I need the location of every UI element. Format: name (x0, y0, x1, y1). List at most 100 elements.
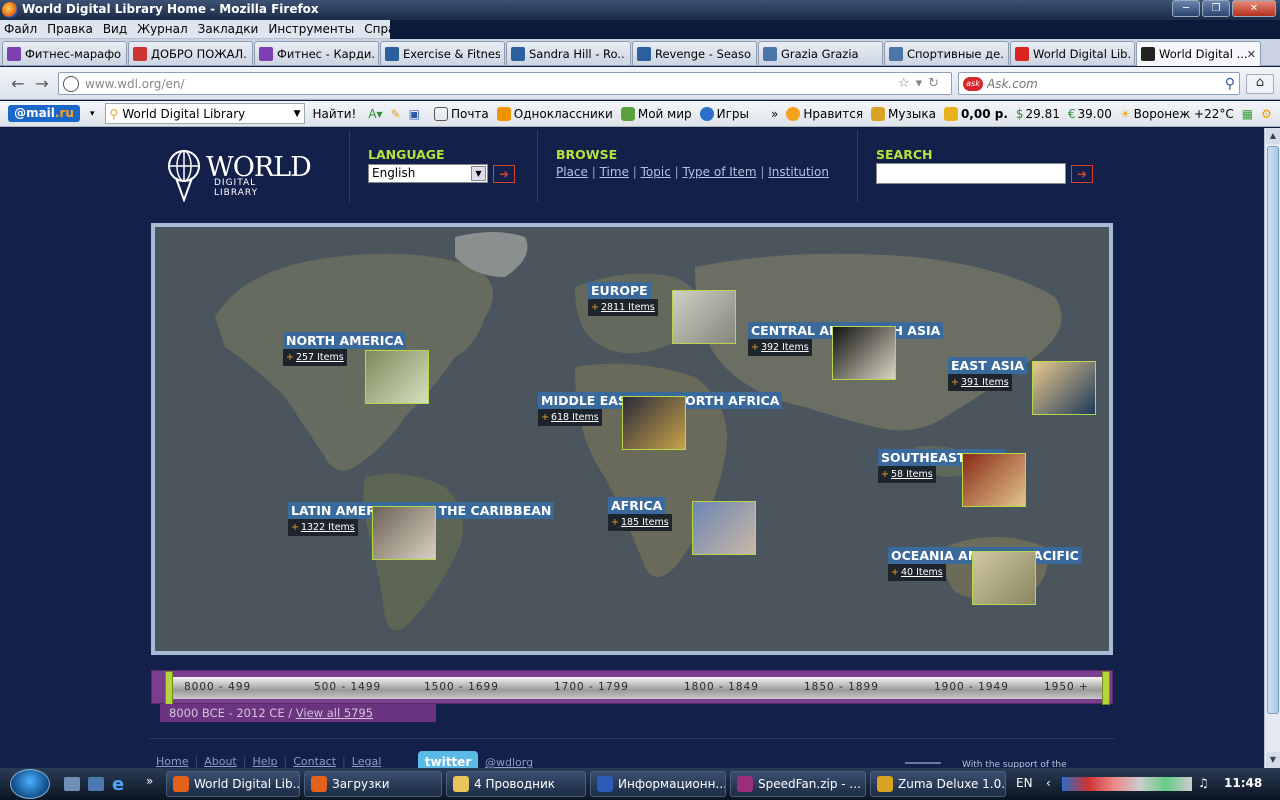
menu-bookmarks[interactable]: Закладки (198, 22, 259, 36)
ask-logo-icon[interactable]: ask (963, 76, 983, 91)
back-arrow-icon[interactable]: ← (8, 74, 28, 94)
footer-about-link[interactable]: About (204, 755, 237, 768)
dropdown-arrow-icon[interactable]: ▾ (90, 109, 95, 119)
taskbar-item[interactable]: World Digital Lib... (166, 771, 300, 797)
start-button[interactable] (10, 769, 50, 799)
switch-windows-icon[interactable] (88, 777, 104, 791)
region-north-america[interactable]: NORTH AMERICA +257 Items (283, 332, 429, 404)
menu-view[interactable]: Вид (103, 22, 127, 36)
timeline-period[interactable]: 1500 - 1699 (424, 681, 499, 693)
region-items-link[interactable]: 391 Items (961, 377, 1009, 388)
timeline-period[interactable]: 1800 - 1849 (684, 681, 759, 693)
region-items-link[interactable]: 257 Items (296, 352, 344, 363)
region-oceania-and-the-pacific[interactable]: OCEANIA AND THE PACIFIC+40 Items (888, 547, 1082, 605)
moy-mir-link[interactable]: Мой мир (620, 106, 692, 121)
region-africa[interactable]: AFRICA +185 Items (608, 497, 756, 555)
taskbar-item[interactable]: Загрузки (304, 771, 442, 797)
search-icon[interactable]: ⚲ (1225, 76, 1235, 92)
search-go-button[interactable]: ➜ (1071, 165, 1093, 183)
timeline-period[interactable]: 500 - 1499 (314, 681, 381, 693)
browse-time-link[interactable]: Time (600, 165, 629, 179)
footer-contact-link[interactable]: Contact (293, 755, 336, 768)
region-items-link[interactable]: 618 Items (551, 412, 599, 423)
region-items-link[interactable]: 58 Items (891, 469, 933, 480)
region-europe[interactable]: EUROPE +2811 Items (588, 282, 736, 344)
region-items-link[interactable]: 185 Items (621, 517, 669, 528)
footer-legal-link[interactable]: Legal (352, 755, 381, 768)
find-button[interactable]: Найти! (313, 107, 357, 121)
tab-3[interactable]: Exercise & Fitness (380, 41, 505, 65)
tab-8[interactable]: World Digital Lib... (1010, 41, 1135, 65)
show-desktop-icon[interactable] (64, 777, 80, 791)
mailru-logo[interactable]: @mail.ru (8, 105, 80, 122)
web-search-input[interactable] (987, 76, 1197, 91)
scroll-up-icon[interactable]: ▲ (1266, 128, 1280, 144)
weather-widget[interactable]: ☀ Воронеж +22°C (1120, 107, 1234, 121)
tab-7[interactable]: Спортивные де... (884, 41, 1009, 65)
clock[interactable]: 11:48 (1224, 776, 1262, 790)
tab-1[interactable]: ДОБРО ПОЖАЛ... (128, 41, 253, 65)
region-items-link[interactable]: 1322 Items (301, 522, 355, 533)
timeline-period[interactable]: 1700 - 1799 (554, 681, 629, 693)
region-thumbnail-image[interactable] (365, 350, 429, 404)
restore-icon[interactable]: ❐ (1202, 0, 1230, 17)
timeline-period[interactable]: 1950 + (1044, 681, 1089, 693)
games-link[interactable]: Игры (699, 106, 749, 121)
wallet-widget[interactable]: 0,00 р. (943, 106, 1008, 121)
scroll-down-icon[interactable]: ▼ (1266, 752, 1280, 768)
browse-place-link[interactable]: Place (556, 165, 588, 179)
region-central-and-south-asia[interactable]: CENTRAL AND SOUTH ASIA+392 Items (748, 322, 944, 380)
region-label[interactable]: EUROPE (588, 282, 651, 299)
taskbar-item[interactable]: 4 Проводник (446, 771, 586, 797)
menu-file[interactable]: Файл (4, 22, 37, 36)
input-language[interactable]: EN (1016, 776, 1033, 790)
home-icon[interactable]: ⌂ (1246, 74, 1274, 94)
tab-0[interactable]: Фитнес-марафо... (2, 41, 127, 65)
region-thumbnail-image[interactable] (832, 326, 896, 380)
browse-institution-link[interactable]: Institution (768, 165, 829, 179)
bookmark-star-icon[interactable]: ☆▾↻ (898, 76, 945, 91)
browse-topic-link[interactable]: Topic (641, 165, 671, 179)
timeline-left-handle[interactable] (165, 671, 173, 705)
language-go-button[interactable]: ➜ (493, 165, 515, 183)
settings-gear-icon[interactable]: ⚙ (1261, 107, 1272, 121)
region-items-link[interactable]: 40 Items (901, 567, 943, 578)
page-scrollbar[interactable]: ▲ ▼ (1264, 128, 1280, 768)
view-all-link[interactable]: View all 5795 (296, 706, 373, 720)
chevron-down-icon[interactable]: ▼ (294, 109, 301, 119)
region-thumbnail-image[interactable] (672, 290, 736, 344)
region-southeast-asia[interactable]: SOUTHEAST ASIA +58 Items (878, 449, 1026, 507)
tab-4[interactable]: Sandra Hill - Ro... (506, 41, 631, 65)
region-thumbnail-image[interactable] (962, 453, 1026, 507)
region-thumbnail-image[interactable] (692, 501, 756, 555)
region-latin-america-and-the-caribbean[interactable]: LATIN AMERICA AND THE CARIBBEAN+1322 Ite… (288, 502, 555, 560)
close-tab-icon[interactable]: ✕ (1247, 48, 1256, 61)
region-label[interactable]: AFRICA (608, 497, 666, 514)
region-thumbnail-image[interactable] (372, 506, 436, 560)
footer-help-link[interactable]: Help (252, 755, 277, 768)
timeline-right-handle[interactable] (1102, 671, 1110, 705)
tab-5[interactable]: Revenge - Seaso... (632, 41, 757, 65)
quicklaunch-more-icon[interactable]: » (146, 774, 153, 788)
forward-arrow-icon[interactable]: → (32, 74, 52, 94)
tray-expand-icon[interactable]: ‹ (1046, 776, 1051, 790)
minimize-icon[interactable]: ─ (1172, 0, 1200, 17)
taskbar-item[interactable]: Zuma Deluxe 1.0... (870, 771, 1006, 797)
region-thumbnail-image[interactable] (972, 551, 1036, 605)
chevron-down-icon[interactable]: ▼ (471, 166, 486, 181)
browse-type-link[interactable]: Type of Item (682, 165, 756, 179)
region-label[interactable]: NORTH AMERICA (283, 332, 407, 349)
footer-home-link[interactable]: Home (156, 755, 188, 768)
odnoklassniki-link[interactable]: Одноклассники (496, 106, 613, 121)
region-east-asia[interactable]: EAST ASIA +391 Items (948, 357, 1096, 415)
image-widget-icon[interactable]: ▦ (1242, 107, 1253, 121)
timeline-period[interactable]: 1850 - 1899 (804, 681, 879, 693)
menu-tools[interactable]: Инструменты (268, 22, 354, 36)
taskbar-item[interactable]: Информационн... (590, 771, 726, 797)
url-input[interactable] (85, 76, 865, 91)
mailru-search-box[interactable]: ⚲ ▼ (104, 103, 305, 124)
region-label[interactable]: EAST ASIA (948, 357, 1028, 374)
region-items-link[interactable]: 2811 Items (601, 302, 655, 313)
region-middle-east-and-north-africa[interactable]: MIDDLE EAST AND NORTH AFRICA+618 Items (538, 392, 783, 450)
tab-9[interactable]: World Digital ... ✕ (1136, 41, 1261, 66)
